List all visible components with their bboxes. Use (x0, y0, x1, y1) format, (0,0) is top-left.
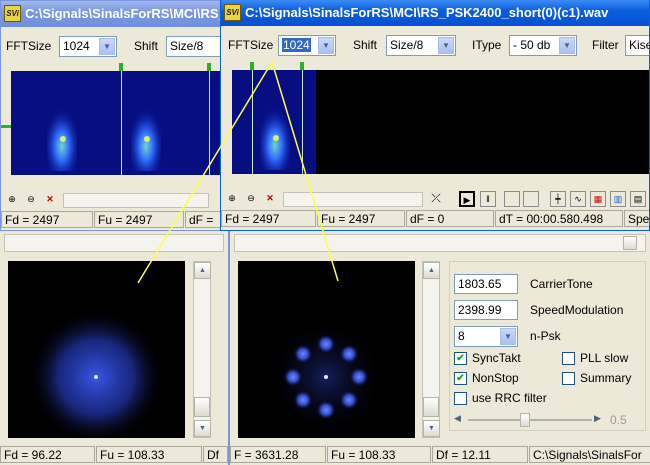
yellow-connector-lines (137, 61, 339, 284)
connector-line (271, 61, 339, 282)
connector-line (137, 61, 273, 284)
